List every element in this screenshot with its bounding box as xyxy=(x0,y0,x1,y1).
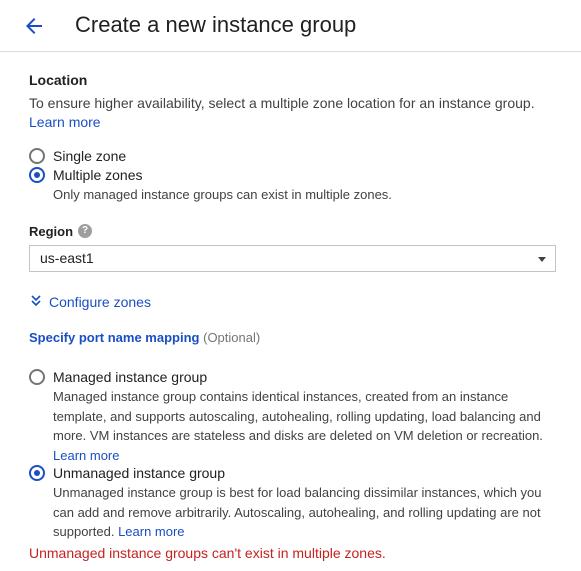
unmanaged-group-label[interactable]: Unmanaged instance group xyxy=(53,464,225,482)
header: Create a new instance group xyxy=(0,0,581,52)
page-title: Create a new instance group xyxy=(75,12,357,37)
multiple-zones-label[interactable]: Multiple zones xyxy=(53,166,143,184)
single-zone-radio[interactable] xyxy=(29,148,45,164)
location-description-text: To ensure higher availability, select a … xyxy=(29,95,535,111)
port-mapping-link[interactable]: Specify port name mapping xyxy=(29,330,199,345)
single-zone-label[interactable]: Single zone xyxy=(53,147,126,165)
multiple-zones-help: Only managed instance groups can exist i… xyxy=(53,187,392,202)
unmanaged-group-description: Unmanaged instance group is best for loa… xyxy=(53,483,563,542)
error-message: Unmanaged instance groups can't exist in… xyxy=(29,545,386,561)
back-arrow-icon[interactable] xyxy=(22,14,46,38)
managed-group-description-text: Managed instance group contains identica… xyxy=(53,389,543,443)
managed-group-radio[interactable] xyxy=(29,369,45,385)
unmanaged-group-learn-more-link[interactable]: Learn more xyxy=(118,524,184,539)
region-select-value: us-east1 xyxy=(40,250,94,266)
configure-zones-label[interactable]: Configure zones xyxy=(49,293,151,311)
region-select[interactable]: us-east1 xyxy=(29,245,556,272)
managed-group-description: Managed instance group contains identica… xyxy=(53,387,563,465)
dropdown-caret-icon xyxy=(538,257,546,262)
managed-group-label[interactable]: Managed instance group xyxy=(53,368,207,386)
location-title: Location xyxy=(29,72,88,88)
managed-group-learn-more-link[interactable]: Learn more xyxy=(53,448,119,463)
optional-label: (Optional) xyxy=(203,330,261,345)
location-description: To ensure higher availability, select a … xyxy=(29,94,535,132)
location-learn-more-link[interactable]: Learn more xyxy=(29,114,101,130)
region-label: Region xyxy=(29,224,74,239)
help-icon[interactable]: ? xyxy=(78,224,92,238)
unmanaged-group-radio[interactable] xyxy=(29,465,45,481)
multiple-zones-radio[interactable] xyxy=(29,167,45,183)
double-chevron-down-icon xyxy=(31,295,41,307)
port-mapping: Specify port name mapping (Optional) xyxy=(29,330,260,345)
